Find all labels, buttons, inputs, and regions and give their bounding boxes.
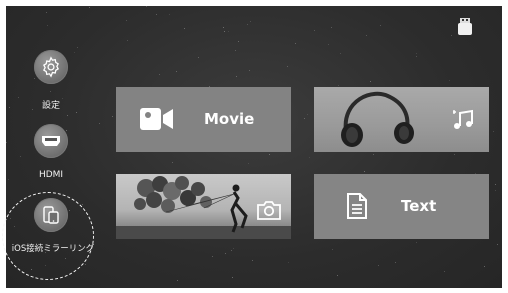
- star-dot: [337, 84, 339, 86]
- star-dot: [287, 261, 289, 263]
- star-dot: [303, 118, 305, 120]
- star-dot: [198, 57, 200, 59]
- star-dot: [177, 279, 179, 281]
- star-dot: [158, 73, 160, 75]
- text-label: Text: [401, 197, 437, 215]
- hdmi-label: HDMI: [38, 170, 64, 180]
- star-dot: [88, 6, 90, 8]
- star-dot: [212, 256, 214, 258]
- highlight-circle: [2, 192, 94, 280]
- star-dot: [250, 20, 252, 22]
- text-tile[interactable]: Text: [314, 174, 489, 239]
- star-dot: [49, 91, 51, 93]
- star-dot: [176, 70, 178, 72]
- star-dot: [416, 53, 418, 55]
- star-dot: [495, 183, 497, 185]
- star-dot: [223, 27, 225, 29]
- star-dot: [252, 259, 254, 261]
- star-dot: [46, 11, 48, 13]
- star-dot: [337, 275, 339, 277]
- star-dot: [6, 142, 8, 144]
- star-dot: [75, 111, 77, 113]
- star-dot: [453, 153, 455, 155]
- star-dot: [31, 109, 33, 111]
- star-dot: [247, 23, 249, 25]
- star-dot: [450, 35, 452, 37]
- document-icon: [347, 193, 367, 219]
- star-dot: [20, 156, 22, 158]
- gear-icon: [43, 56, 59, 78]
- star-dot: [295, 42, 297, 44]
- star-dot: [146, 6, 148, 7]
- movie-tile[interactable]: Movie: [116, 87, 291, 152]
- star-dot: [287, 66, 289, 68]
- star-dot: [328, 44, 330, 46]
- star-dot: [394, 262, 396, 264]
- star-dot: [46, 25, 48, 27]
- star-dot: [84, 263, 86, 265]
- star-dot: [314, 30, 316, 32]
- star-dot: [307, 113, 309, 115]
- star-dot: [183, 27, 185, 29]
- star-dot: [416, 55, 418, 57]
- settings-button[interactable]: [34, 50, 68, 84]
- headphones-image: [341, 91, 414, 147]
- star-dot: [444, 271, 446, 273]
- star-dot: [332, 249, 334, 251]
- star-dot: [309, 157, 311, 159]
- video-camera-icon: [140, 108, 173, 130]
- star-dot: [370, 80, 372, 82]
- usb-drive-icon: [458, 18, 472, 36]
- star-dot: [248, 163, 250, 165]
- star-dot: [231, 250, 233, 252]
- star-dot: [156, 14, 158, 16]
- star-dot: [380, 24, 381, 26]
- star-dot: [82, 203, 84, 205]
- star-dot: [233, 248, 235, 250]
- movie-label: Movie: [204, 110, 255, 128]
- star-dot: [365, 34, 367, 36]
- star-dot: [237, 41, 239, 43]
- star-dot: [223, 31, 225, 33]
- hdmi-icon: [42, 136, 60, 146]
- star-dot: [416, 242, 418, 244]
- star-dot: [232, 276, 234, 278]
- star-dot: [9, 106, 11, 108]
- star-dot: [77, 47, 79, 49]
- star-dot: [228, 31, 230, 33]
- star-dot: [7, 179, 9, 181]
- star-dot: [234, 49, 236, 51]
- star-dot: [497, 243, 499, 245]
- star-dot: [378, 264, 380, 266]
- star-dot: [127, 40, 129, 42]
- star-dot: [17, 96, 19, 98]
- star-dot: [330, 27, 332, 29]
- star-dot: [363, 170, 365, 172]
- star-dot: [225, 253, 227, 255]
- star-dot: [373, 153, 375, 155]
- star-dot: [65, 130, 67, 132]
- star-dot: [448, 80, 450, 82]
- settings-label: 設定: [41, 101, 60, 111]
- camera-icon: [257, 201, 281, 220]
- star-dot: [495, 190, 497, 192]
- star-dot: [269, 153, 271, 155]
- star-dot: [126, 20, 128, 22]
- star-dot: [340, 53, 342, 55]
- star-dot: [235, 76, 237, 78]
- star-dot: [73, 52, 75, 54]
- star-dot: [67, 115, 69, 117]
- music-tile[interactable]: [314, 87, 489, 152]
- star-dot: [169, 13, 171, 15]
- star-dot: [492, 130, 494, 132]
- hdmi-button[interactable]: [34, 124, 68, 158]
- photo-tile[interactable]: [116, 174, 291, 239]
- star-dot: [34, 77, 36, 79]
- star-dot: [484, 265, 486, 267]
- star-dot: [99, 123, 101, 125]
- star-dot: [249, 70, 251, 72]
- star-dot: [112, 116, 114, 118]
- star-dot: [171, 161, 173, 163]
- music-note-icon: [453, 109, 473, 129]
